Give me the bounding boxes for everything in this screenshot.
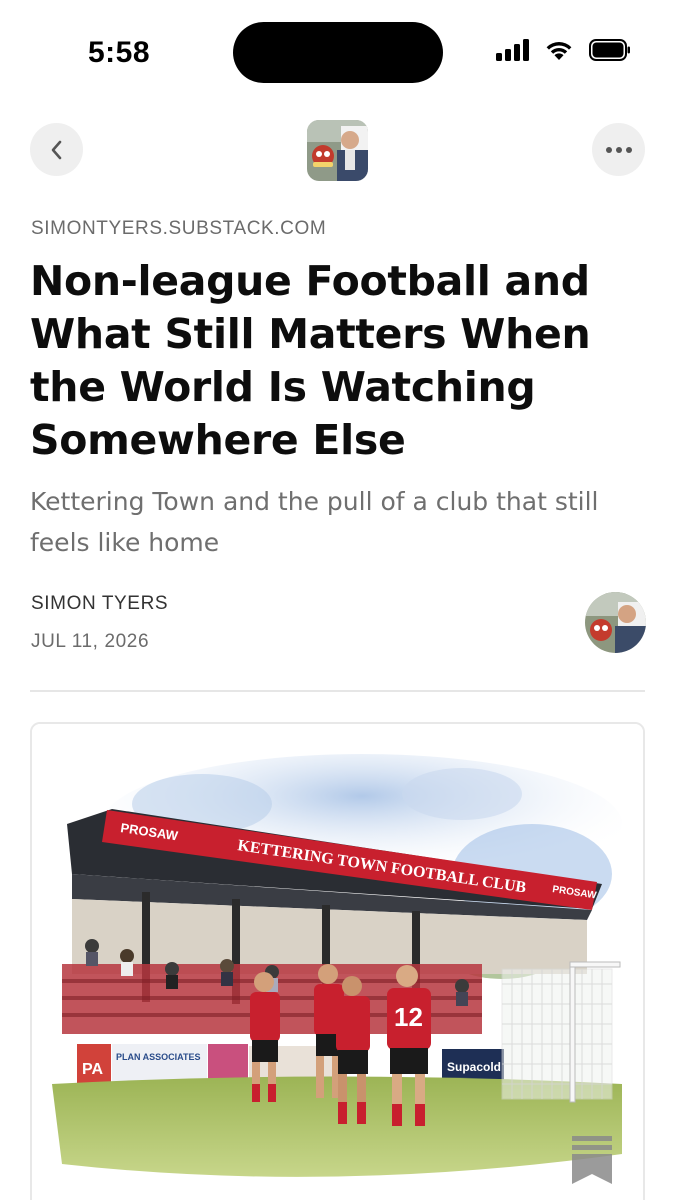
author-avatar[interactable] [585, 592, 646, 653]
status-icons [496, 38, 631, 62]
publication-logo[interactable] [307, 120, 368, 181]
back-button[interactable] [30, 123, 83, 176]
ad-board-plan: PLAN ASSOCIATES [116, 1052, 201, 1062]
status-bar: 5:58 [0, 0, 675, 100]
bookmark-icon[interactable] [572, 1136, 612, 1184]
status-time: 5:58 [88, 36, 151, 69]
more-options-button[interactable] [592, 123, 645, 176]
article-title: Non-league Football and What Still Matte… [30, 257, 591, 464]
more-horizontal-icon [605, 146, 632, 153]
header-divider [30, 690, 645, 692]
publish-date: JUL 11, 2026 [31, 631, 150, 652]
cellular-signal-icon [496, 39, 529, 61]
author-name[interactable]: SIMON TYERS [31, 593, 168, 615]
player-number: 12 [394, 1002, 423, 1032]
chevron-left-icon [51, 140, 61, 159]
hero-image[interactable]: PROSAW KETTERING TOWN FOOTBALL CLUB PROS… [30, 722, 645, 1200]
wifi-icon [546, 42, 572, 60]
article-subtitle: Kettering Town and the pull of a club th… [30, 487, 599, 557]
dynamic-island [233, 22, 443, 83]
top-navigation [0, 120, 675, 182]
ad-board-pa: PA [82, 1061, 103, 1078]
ad-board-supacold: Supacold [447, 1060, 501, 1074]
battery-icon [589, 39, 630, 61]
publication-domain[interactable]: SIMONTYERS.SUBSTACK.COM [31, 218, 326, 240]
